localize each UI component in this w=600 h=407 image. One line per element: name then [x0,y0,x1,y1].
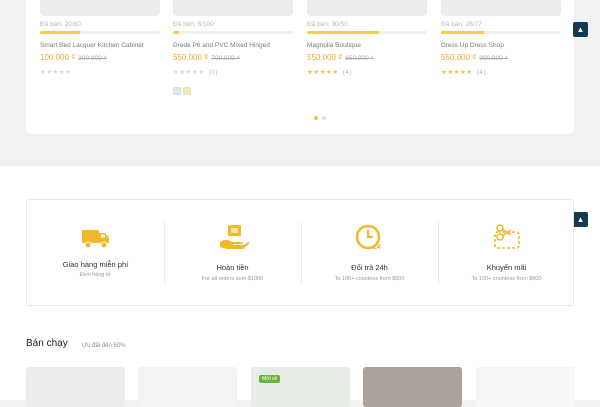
feature-title: Khuyến mãi [486,263,527,272]
product-name[interactable]: Drede P6 and PVC Mixed Hinged [173,42,270,49]
product-carousel: Đã bán: 20/60 Smart Bed Lacquer Kitchen C… [26,0,574,134]
product-image[interactable] [40,0,160,16]
rating-count: (0) [208,69,219,76]
best-seller-card[interactable] [138,367,237,407]
rating-count: (4) [342,69,353,76]
sold-progress-bar [40,31,160,34]
sold-count: Đã bán: 20/60 [40,21,81,28]
sold-count: Đã bán: 30/50 [307,21,348,28]
star-icon: ★ [198,69,205,76]
color-swatches [173,82,193,100]
feature-return-24h: 24 Đổi trả 24h To 100+ countries from $6… [301,200,438,307]
sold-progress-fill [307,31,379,34]
feature-refund: Hoàn tiền For all orders over $1000 [164,200,301,307]
clock-24h-icon: 24 [355,224,381,251]
rating-stars: ★★★★★ [40,68,76,76]
product-old-price: 300.000 ₫ [78,55,107,62]
product-price: 100.000 ₫ 300.000 ₫ [40,53,107,62]
product-name[interactable]: Dress Up Dress Shop [441,42,504,49]
rating-stars: ★★★★★ (4) [441,68,486,76]
star-icon: ★ [65,69,72,76]
best-seller-card[interactable] [363,367,462,407]
best-seller-card[interactable] [476,367,575,407]
feature-title: Hoàn tiền [216,263,249,272]
svg-text:24: 24 [373,244,381,251]
feature-free-shipping: Giao hàng miễn phí Đơn hàng từ [27,200,164,307]
sold-progress-fill [40,31,80,34]
sold-count: Đã bán: 5/100 [173,21,214,28]
rating-stars: ★★★★★ (4) [307,68,352,76]
sold-progress-fill [173,31,179,34]
scroll-to-top-button[interactable]: ▲ [573,22,588,37]
best-seller-card[interactable]: Mới về [251,367,350,407]
feature-subtitle: Đơn hàng từ [79,272,112,278]
sold-progress-bar [441,31,561,34]
product-price: 550.000 ₫ 700.000 ₫ [173,53,240,62]
star-icon: ★ [332,69,339,76]
carousel-dot[interactable] [314,116,318,120]
chevron-up-icon: ▲ [576,215,585,224]
money-hand-icon [219,225,249,249]
product-old-price: 650.000 ₫ [345,55,374,62]
feature-subtitle: To 100+ countries from $600 [334,276,405,282]
rating-count: (4) [476,69,487,76]
feature-title: Giao hàng miễn phí [62,260,129,269]
color-swatch[interactable] [183,87,191,95]
carousel-pagination [314,107,330,125]
scissors-coupon-icon [493,224,520,249]
product-name[interactable]: Smart Bed Lacquer Kitchen Cabinet [40,42,144,49]
carousel-dot[interactable] [322,116,326,120]
product-image[interactable] [441,0,561,16]
feature-title: Đổi trả 24h [351,263,388,272]
color-swatch[interactable] [173,87,181,95]
feature-subtitle: For all orders over $1000 [201,276,264,282]
sold-progress-fill [441,31,485,34]
product-name[interactable]: Magnolia Boutique [307,42,361,49]
best-sellers-title: Bán chạy [26,338,68,349]
product-price: 550.000 ₫ 650.000 ₫ [307,53,374,62]
sold-count: Đã bán: 28/77 [441,21,482,28]
best-seller-card[interactable] [26,367,125,407]
sold-progress-bar [307,31,427,34]
scroll-to-top-button-2[interactable]: ▲ [573,212,588,227]
rating-stars: ★★★★★ (0) [173,68,218,76]
product-image[interactable] [173,0,293,16]
product-old-price: 700.000 ₫ [211,55,240,62]
features-box: Giao hàng miễn phí Đơn hàng từ Hoàn tiền… [26,199,574,306]
sold-progress-bar [173,31,293,34]
product-price: 550.000 ₫ 900.000 ₫ [441,53,508,62]
new-badge: Mới về [259,375,281,383]
feature-promotion: Khuyến mãi To 100+ countries from $600 [438,200,575,307]
product-image[interactable] [307,0,427,16]
feature-subtitle: To 100+ countries from $600 [471,276,542,282]
product-old-price: 900.000 ₫ [479,55,508,62]
delivery-truck-icon [81,230,109,249]
star-icon: ★ [466,69,473,76]
chevron-up-icon: ▲ [576,25,585,34]
best-sellers-subtitle: Ưu đãi đến 50% [82,343,126,349]
